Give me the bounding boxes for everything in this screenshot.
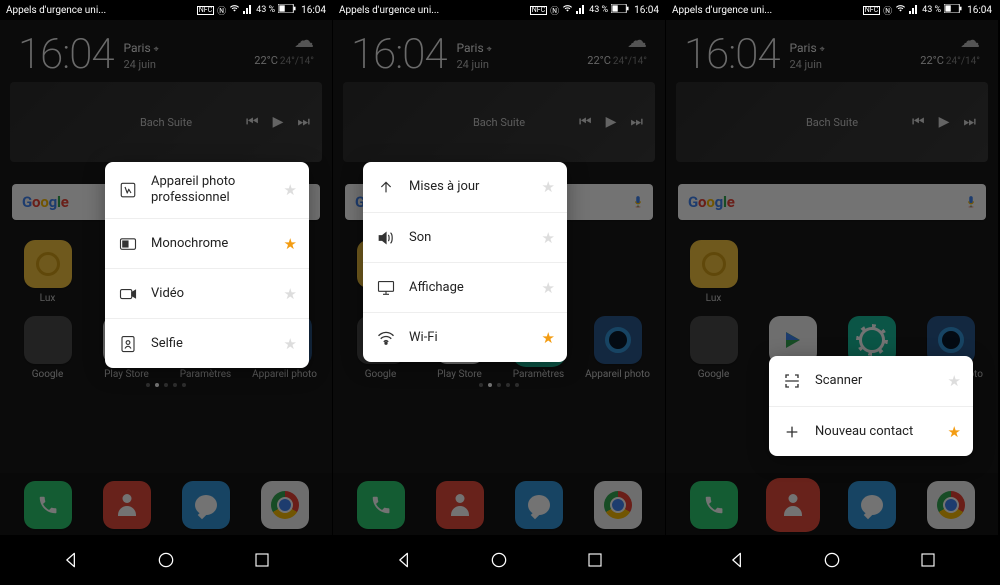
popup-row[interactable]: Vidéo ★ [105, 268, 309, 318]
phone-screen-1: Appels d'urgence uni... NFC Ⓝ 43 % 16:04… [0, 0, 333, 585]
star-icon[interactable]: ★ [284, 235, 297, 253]
nav-back[interactable] [46, 544, 96, 576]
battery-pct: 43 % [922, 5, 941, 15]
wifi-icon [229, 4, 240, 16]
nav-back[interactable] [712, 544, 762, 576]
star-icon[interactable]: ★ [948, 423, 961, 441]
nav-home[interactable] [474, 544, 524, 576]
wifi-icon [562, 4, 573, 16]
star-icon[interactable]: ★ [542, 279, 555, 297]
wifi-icon [375, 331, 397, 345]
phone-screen-2: Appels d'urgence uni... NFC Ⓝ 43 % 16:04… [333, 0, 666, 585]
popup-label: Monochrome [151, 236, 272, 252]
popup-row[interactable]: Affichage ★ [363, 262, 567, 312]
star-icon[interactable]: ★ [284, 181, 297, 199]
star-icon[interactable]: ★ [542, 329, 555, 347]
mode-pro-icon [117, 181, 139, 199]
signal-icon [243, 4, 253, 17]
popup-row[interactable]: Appareil photo professionnel ★ [105, 162, 309, 218]
shortcut-popup-settings: Mises à jour ★ Son ★ Affichage ★ Wi-Fi ★ [363, 162, 567, 362]
nav-back[interactable] [379, 544, 429, 576]
star-icon[interactable]: ★ [542, 229, 555, 247]
status-bar: Appels d'urgence uni... NFC Ⓝ 43 % 16:04 [333, 0, 665, 20]
battery-icon [944, 4, 962, 16]
popup-label: Appareil photo professionnel [151, 174, 272, 205]
phone-screen-3: Appels d'urgence uni... NFC Ⓝ 43 % 16:04… [666, 0, 999, 585]
popup-row[interactable]: Monochrome ★ [105, 218, 309, 268]
monochrome-icon [117, 237, 139, 251]
status-bar: Appels d'urgence uni... NFC Ⓝ 43 % 16:04 [666, 0, 998, 20]
status-icons: NFC Ⓝ 43 % 16:04 [197, 4, 326, 17]
nav-recent[interactable] [903, 544, 953, 576]
popup-row[interactable]: Son ★ [363, 212, 567, 262]
popup-row[interactable]: Nouveau contact ★ [769, 406, 973, 456]
nav-home[interactable] [807, 544, 857, 576]
nav-recent[interactable] [570, 544, 620, 576]
popup-row[interactable]: Selfie ★ [105, 318, 309, 368]
battery-icon [278, 4, 296, 16]
plus-icon [781, 424, 803, 440]
carrier-text: Appels d'urgence uni... [672, 5, 772, 16]
star-icon[interactable]: ★ [284, 285, 297, 303]
statusbar-time: 16:04 [634, 5, 659, 16]
nfc-icon: NFC [863, 6, 880, 15]
popup-label: Scanner [815, 373, 936, 389]
dim-overlay[interactable] [666, 20, 998, 535]
shortcut-popup-contacts: Scanner ★ Nouveau contact ★ [769, 356, 973, 456]
update-icon [375, 179, 397, 195]
n-icon: Ⓝ [883, 4, 892, 17]
nav-bar [0, 535, 332, 585]
wifi-icon [895, 4, 906, 16]
popup-label: Wi-Fi [409, 330, 530, 346]
popup-label: Mises à jour [409, 179, 530, 195]
popup-label: Affichage [409, 280, 530, 296]
popup-label: Vidéo [151, 286, 272, 302]
video-icon [117, 287, 139, 301]
battery-pct: 43 % [256, 5, 275, 15]
popup-row[interactable]: Mises à jour ★ [363, 162, 567, 212]
popup-row[interactable]: Scanner ★ [769, 356, 973, 406]
statusbar-time: 16:04 [301, 5, 326, 16]
popup-row[interactable]: Wi-Fi ★ [363, 312, 567, 362]
nfc-icon: NFC [530, 6, 547, 15]
status-icons: NFC Ⓝ 43 % 16:04 [530, 4, 659, 17]
star-icon[interactable]: ★ [542, 178, 555, 196]
sound-icon [375, 230, 397, 246]
nav-bar [333, 535, 665, 585]
popup-label: Selfie [151, 336, 272, 352]
scanner-icon [781, 372, 803, 390]
battery-pct: 43 % [589, 5, 608, 15]
status-icons: NFC Ⓝ 43 % 16:04 [863, 4, 992, 17]
n-icon: Ⓝ [550, 4, 559, 17]
signal-icon [576, 4, 586, 17]
selfie-icon [117, 335, 139, 353]
star-icon[interactable]: ★ [948, 372, 961, 390]
carrier-text: Appels d'urgence uni... [6, 5, 106, 16]
popup-label: Nouveau contact [815, 424, 936, 440]
display-icon [375, 280, 397, 295]
nav-home[interactable] [141, 544, 191, 576]
status-bar: Appels d'urgence uni... NFC Ⓝ 43 % 16:04 [0, 0, 332, 20]
popup-label: Son [409, 230, 530, 246]
signal-icon [909, 4, 919, 17]
battery-icon [611, 4, 629, 16]
nav-recent[interactable] [237, 544, 287, 576]
star-icon[interactable]: ★ [284, 335, 297, 353]
shortcut-popup-camera: Appareil photo professionnel ★ Monochrom… [105, 162, 309, 368]
statusbar-time: 16:04 [967, 5, 992, 16]
carrier-text: Appels d'urgence uni... [339, 5, 439, 16]
nav-bar [666, 535, 998, 585]
nfc-icon: NFC [197, 6, 214, 15]
n-icon: Ⓝ [217, 4, 226, 17]
